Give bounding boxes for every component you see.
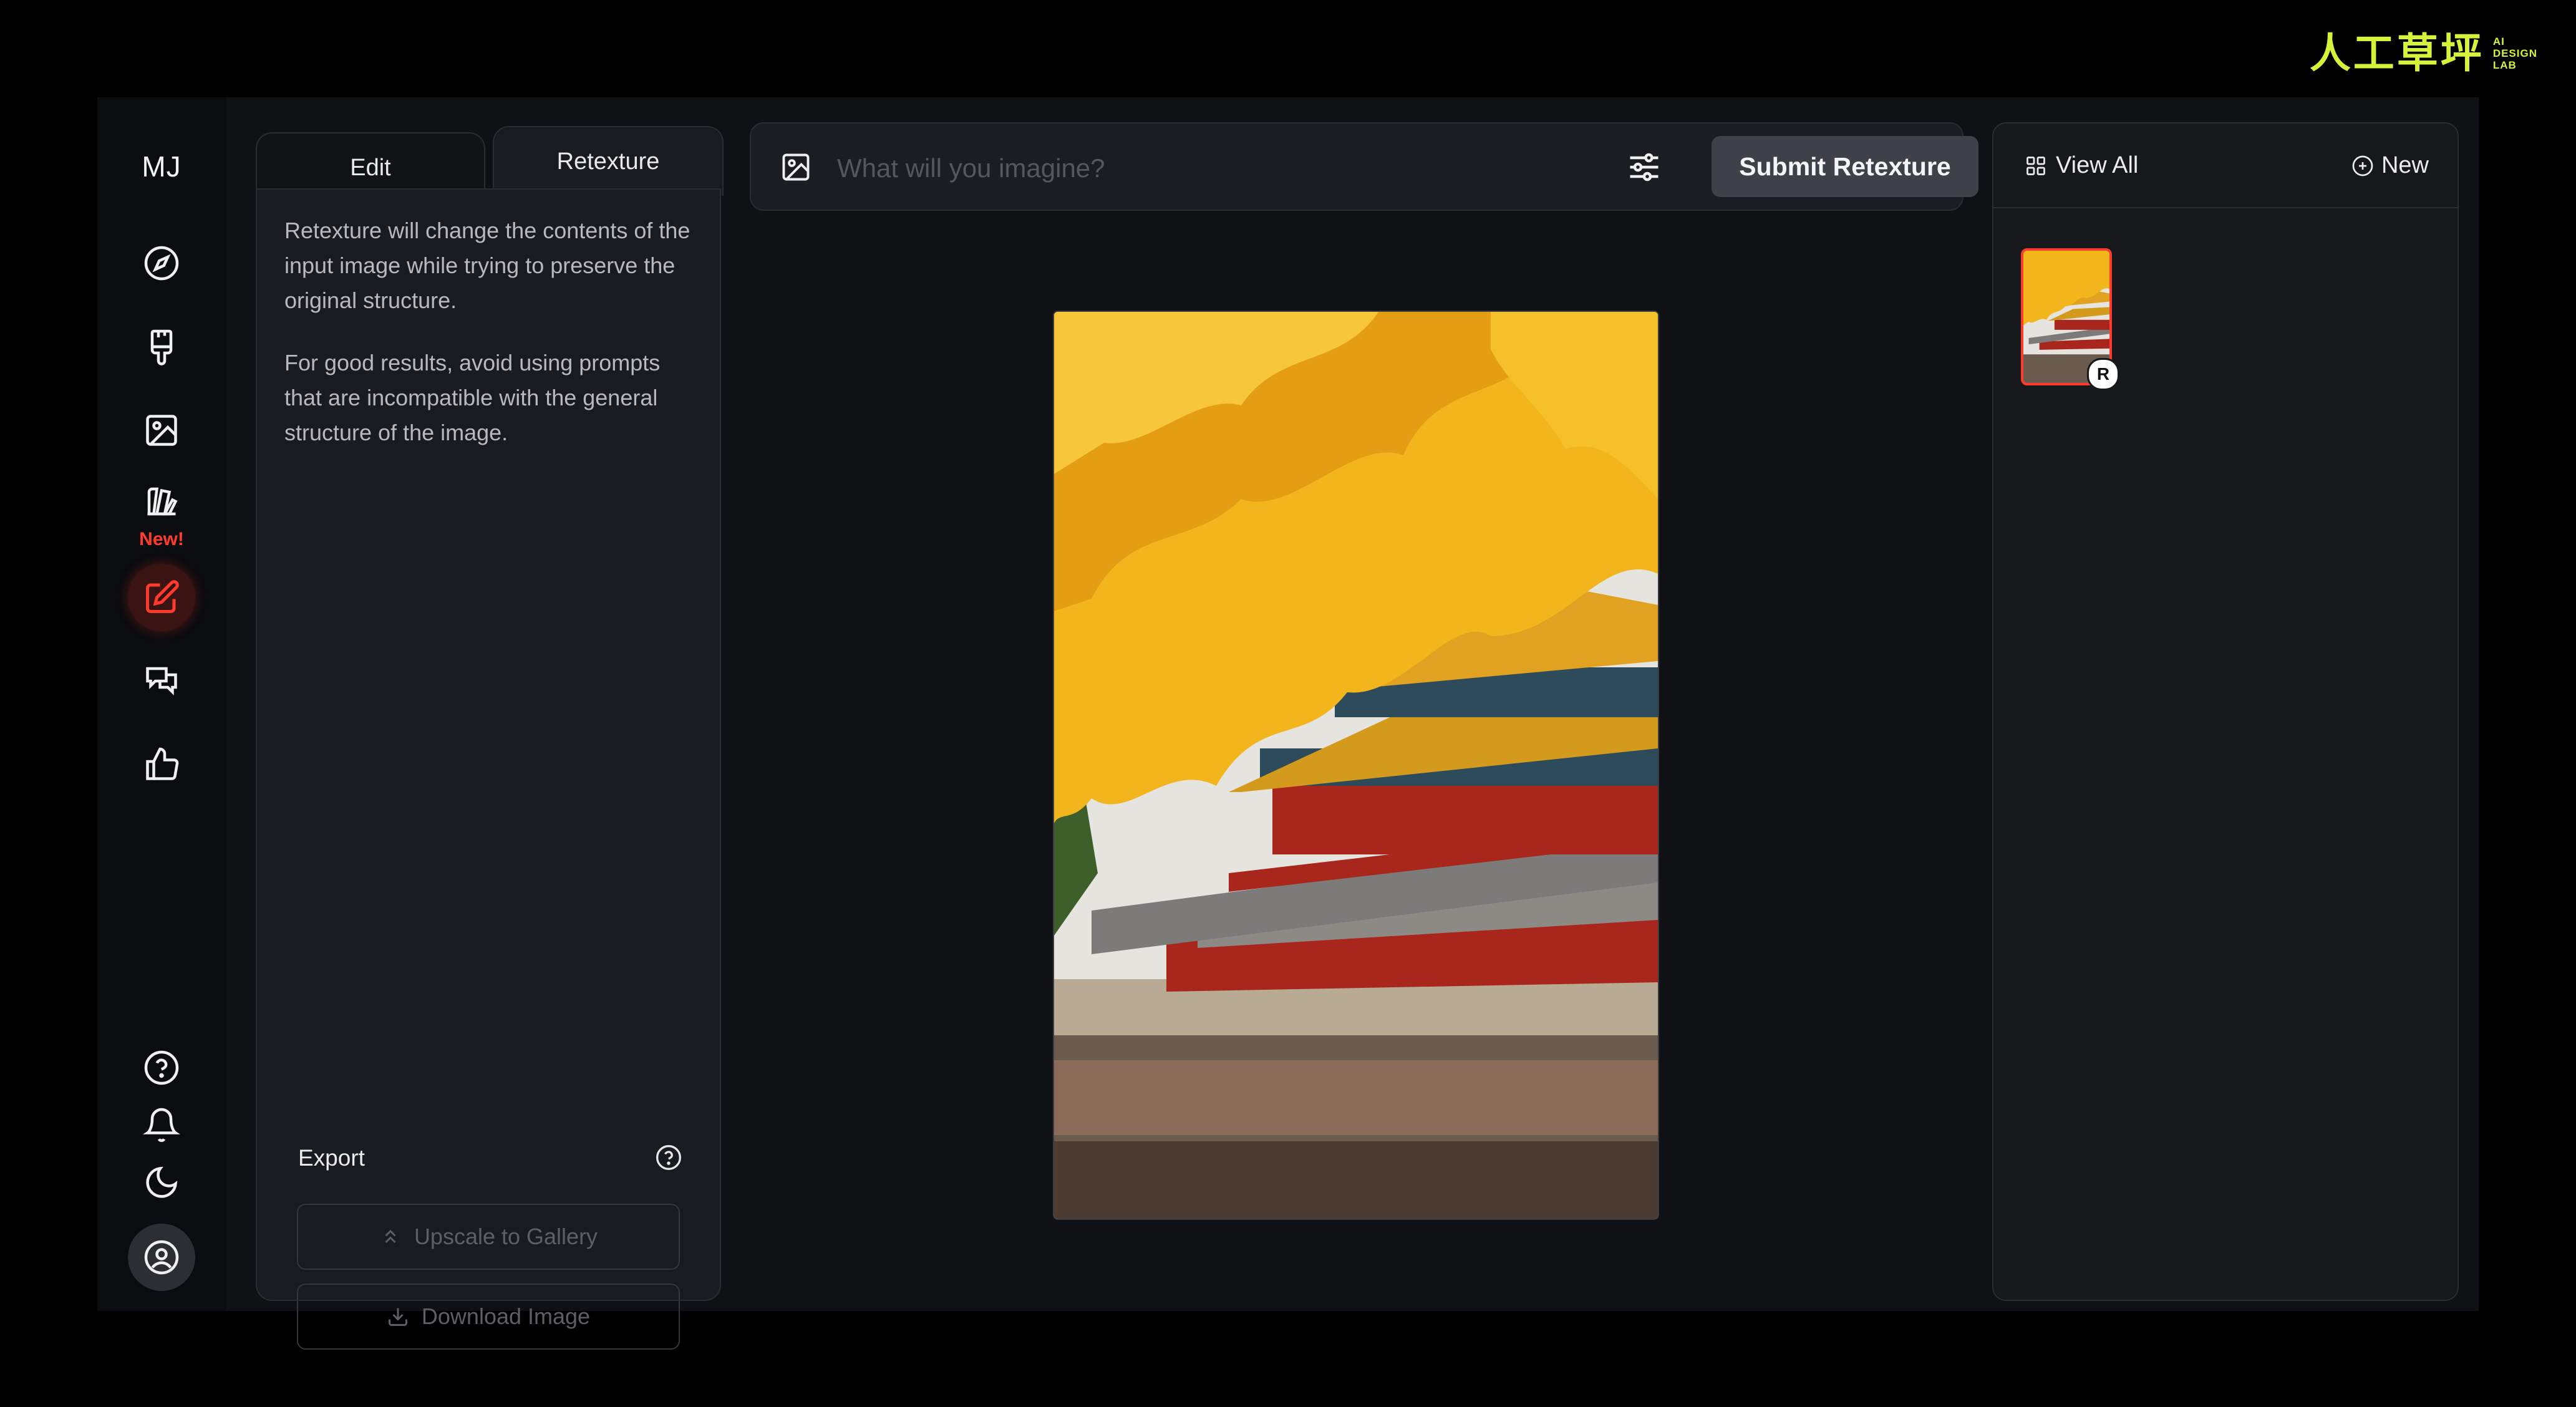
export-label: Export	[298, 1145, 365, 1171]
gallery-panel: View All New R	[1992, 122, 2459, 1301]
retexture-badge: R	[2087, 358, 2119, 390]
theme-toggle[interactable]	[128, 1149, 195, 1216]
palace-photo	[1054, 312, 1658, 1219]
new-button[interactable]: New	[2351, 152, 2429, 179]
help-icon	[144, 1050, 179, 1085]
edit-canvas-image[interactable]	[1053, 311, 1659, 1220]
submit-retexture-button[interactable]: Submit Retexture	[1712, 136, 1978, 197]
palette-icon	[147, 487, 178, 516]
sidebar-item-rate[interactable]	[128, 731, 195, 798]
download-image-button[interactable]: Download Image	[297, 1284, 680, 1350]
sidebar-item-gallery[interactable]	[128, 397, 195, 464]
retexture-description: Retexture will change the contents of th…	[284, 218, 690, 313]
gallery-header: View All New	[1993, 123, 2457, 208]
chat-icon	[146, 667, 177, 695]
brand-logo: 人工草坪 AI DESIGN LAB	[2310, 32, 2537, 74]
image-icon	[146, 415, 177, 446]
sidebar-item-create[interactable]	[128, 313, 195, 380]
tool-tabs: Edit Retexture	[256, 126, 724, 202]
tab-retexture[interactable]: Retexture	[493, 126, 724, 196]
prompt-bar: Submit Retexture	[750, 122, 1978, 211]
plus-circle-icon	[2352, 155, 2373, 176]
sidebar-item-moodboard[interactable]	[128, 468, 195, 535]
app-logo[interactable]: MJ	[97, 150, 226, 183]
moon-icon	[146, 1166, 178, 1198]
thumbs-up-icon	[146, 747, 179, 780]
brand-en-text: AI DESIGN LAB	[2492, 35, 2537, 71]
sidebar-item-explore[interactable]	[128, 230, 195, 297]
sidebar-item-editor[interactable]	[128, 564, 195, 631]
grid-icon	[2026, 156, 2045, 175]
bell-icon	[143, 1108, 180, 1143]
retexture-tip: For good results, avoid using prompts th…	[284, 350, 661, 445]
new-label: New	[2381, 152, 2429, 178]
edit-icon	[146, 580, 179, 613]
image-upload-icon[interactable]	[780, 151, 812, 183]
user-icon	[144, 1240, 179, 1275]
view-all-button[interactable]: View All	[2025, 152, 2138, 179]
retexture-panel: Retexture will change the contents of th…	[256, 188, 721, 1350]
help-icon[interactable]	[655, 1144, 682, 1171]
paintbrush-icon	[150, 329, 173, 365]
view-all-label: View All	[2056, 152, 2139, 178]
app-window: MJ New! Edit Retexture Retexture will ch…	[97, 97, 2479, 1350]
chevrons-up-icon	[385, 1229, 396, 1244]
sidebar-nav: MJ New!	[97, 97, 226, 1311]
download-icon	[388, 1308, 407, 1326]
new-badge: New!	[139, 529, 184, 549]
upscale-label: Upscale to Gallery	[414, 1224, 598, 1249]
user-avatar[interactable]	[128, 1224, 195, 1291]
compass-icon	[144, 246, 179, 281]
download-label: Download Image	[421, 1303, 591, 1329]
prompt-input[interactable]	[836, 146, 1587, 191]
settings-sliders-icon[interactable]	[1625, 148, 1663, 186]
upscale-to-gallery-button[interactable]: Upscale to Gallery	[297, 1204, 680, 1270]
brand-cn-text: 人工草坪	[2309, 30, 2484, 76]
sidebar-item-chat[interactable]	[128, 647, 195, 715]
